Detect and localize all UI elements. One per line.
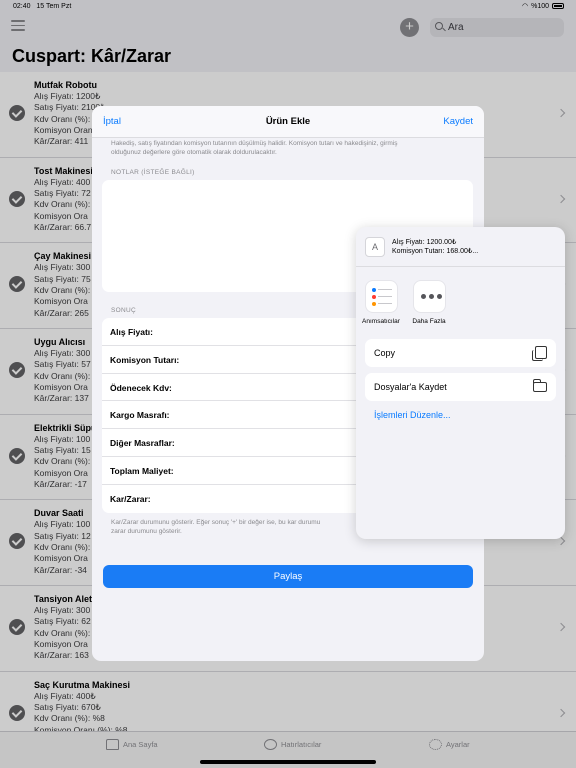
save-to-files-action[interactable]: Dosyalar'a Kaydet <box>365 373 556 401</box>
result-section-label: SONUÇ <box>111 307 136 314</box>
copy-icon <box>532 346 547 361</box>
app-reminders[interactable]: Anımsatıcılar <box>356 280 406 325</box>
app-more[interactable]: Daha Fazla <box>404 280 454 325</box>
result-row-label: Diğer Masraflar: <box>110 438 175 449</box>
modal-title: Ürün Ekle <box>265 116 311 127</box>
share-preview-line: Alış Fiyatı: 1200.00₺ <box>392 239 457 246</box>
folder-icon <box>533 379 547 392</box>
result-row-label: Kargo Masrafı: <box>110 410 170 421</box>
app-more-label: Daha Fazla <box>412 318 446 325</box>
hint-text: Hakediş, satış fiyatından komisyon tutar… <box>111 139 451 157</box>
text-document-icon: A <box>365 237 385 257</box>
modal-nav-bar: İptal Ürün Ekle Kaydet <box>92 106 484 138</box>
notes-section-label: NOTLAR (İSTEĞE BAĞLI) <box>111 169 195 176</box>
hint-line: Hakediş, satış fiyatından komisyon tutar… <box>111 140 398 147</box>
share-button[interactable]: Paylaş <box>103 565 473 588</box>
share-sheet-header: A Alış Fiyatı: 1200.00₺ Komisyon Tutarı:… <box>356 227 565 267</box>
reminders-app-icon <box>364 280 398 313</box>
edit-actions-link[interactable]: İşlemleri Düzenle... <box>374 410 451 420</box>
result-row-label: Toplam Maliyet: <box>110 465 174 476</box>
share-sheet: A Alış Fiyatı: 1200.00₺ Komisyon Tutarı:… <box>356 227 565 539</box>
more-icon <box>412 280 446 313</box>
app-reminders-label: Anımsatıcılar <box>362 318 400 325</box>
result-row-label: Ödenecek Kdv: <box>110 382 172 393</box>
result-row-label: Alış Fiyatı: <box>110 327 153 337</box>
copy-action[interactable]: Copy <box>365 339 556 367</box>
home-indicator[interactable] <box>200 760 376 764</box>
save-button[interactable]: Kaydet <box>443 116 473 127</box>
result-row-label: Kar/Zarar: <box>110 493 151 504</box>
result-row-label: Komisyon Tutarı: <box>110 354 180 365</box>
copy-action-label: Copy <box>374 348 396 358</box>
save-to-files-label: Dosyalar'a Kaydet <box>374 382 447 392</box>
share-preview-line: Komisyon Tutarı: 168.00₺... <box>392 248 479 255</box>
hint-line: olduğunuz değerlere göre otomatik olarak… <box>111 149 277 156</box>
